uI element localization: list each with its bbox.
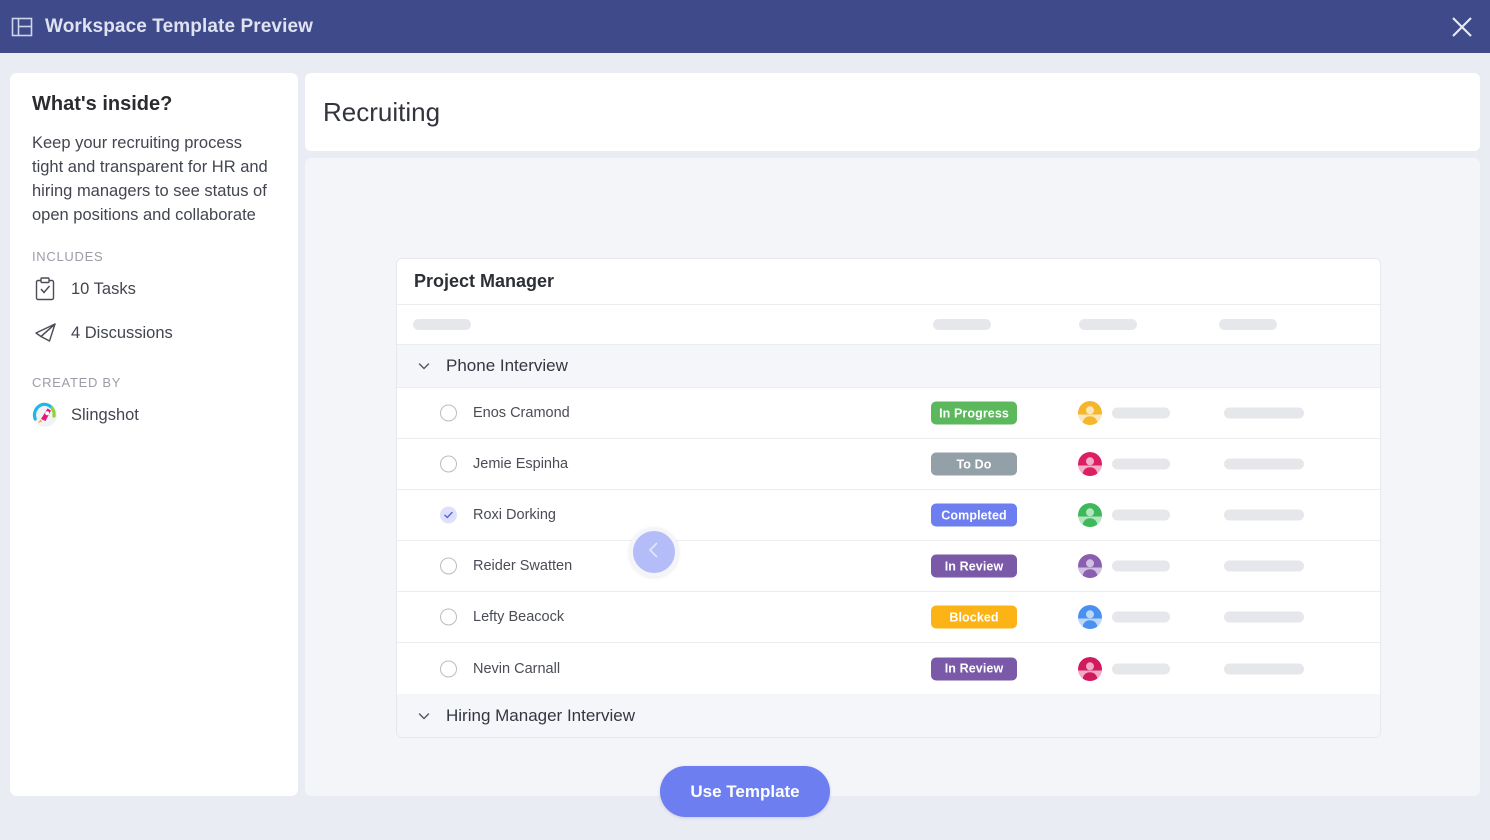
window-title: Workspace Template Preview: [45, 16, 313, 38]
avatar: [1078, 401, 1102, 425]
check-icon: [443, 510, 454, 521]
row-skeleton: [1112, 408, 1170, 419]
task-name: Nevin Carnall: [473, 661, 560, 677]
status-badge[interactable]: Blocked: [931, 606, 1017, 629]
group-header-phone-interview[interactable]: Phone Interview: [397, 345, 1380, 388]
dialog-body: What's inside? Keep your recruiting proc…: [0, 53, 1490, 840]
close-icon[interactable]: [1434, 0, 1490, 53]
includes-item-discussions: 4 Discussions: [32, 319, 276, 347]
avatar: [1078, 554, 1102, 578]
group-header-hiring-manager-interview[interactable]: Hiring Manager Interview: [397, 694, 1380, 737]
status-badge[interactable]: To Do: [931, 453, 1017, 476]
row-skeleton: [1224, 612, 1304, 623]
avatar: [1078, 452, 1102, 476]
sidebar-description: Keep your recruiting process tight and t…: [32, 131, 276, 227]
preview-stage: Project Manager Phone Interview Enos Cra…: [305, 158, 1480, 796]
row-skeleton: [1112, 510, 1170, 521]
column-header-skeleton: [1219, 319, 1277, 330]
created-by-item: Slingshot: [32, 401, 276, 429]
includes-item-tasks: 10 Tasks: [32, 275, 276, 303]
table-row[interactable]: Enos Cramond In Progress: [397, 388, 1380, 439]
dialog-footer: Use Template: [0, 743, 1490, 840]
task-name: Jemie Espinha: [473, 456, 568, 472]
table-row[interactable]: Nevin Carnall In Review: [397, 643, 1380, 694]
table-row[interactable]: Jemie Espinha To Do: [397, 439, 1380, 490]
use-template-button[interactable]: Use Template: [660, 766, 830, 817]
table-row[interactable]: Roxi Dorking Completed: [397, 490, 1380, 541]
table-title: Project Manager: [397, 259, 1380, 305]
row-skeleton: [1112, 561, 1170, 572]
task-checkbox[interactable]: [440, 405, 457, 422]
row-skeleton: [1224, 510, 1304, 521]
sidebar-heading: What's inside?: [32, 93, 276, 116]
table-row[interactable]: Reider Swatten In Review: [397, 541, 1380, 592]
task-checkbox[interactable]: [440, 609, 457, 626]
task-checkbox[interactable]: [440, 456, 457, 473]
table-column-header: [397, 305, 1380, 345]
status-badge[interactable]: In Progress: [931, 402, 1017, 425]
table-row[interactable]: Lefty Beacock Blocked: [397, 592, 1380, 643]
whats-inside-panel: What's inside? Keep your recruiting proc…: [10, 73, 298, 796]
task-rows-container: Enos Cramond In Progress Jemie Espinha To D…: [397, 388, 1380, 694]
column-header-skeleton: [933, 319, 991, 330]
includes-item-label: 4 Discussions: [71, 324, 173, 343]
includes-label: INCLUDES: [32, 249, 276, 264]
column-header-skeleton: [1079, 319, 1137, 330]
row-skeleton: [1112, 663, 1170, 674]
status-badge[interactable]: In Review: [931, 555, 1017, 578]
row-skeleton: [1112, 612, 1170, 623]
status-badge[interactable]: In Review: [931, 657, 1017, 680]
row-skeleton: [1224, 561, 1304, 572]
task-name: Enos Cramond: [473, 405, 570, 421]
window-titlebar: Workspace Template Preview: [0, 0, 1490, 53]
group-label: Hiring Manager Interview: [446, 706, 635, 726]
status-badge[interactable]: Completed: [931, 504, 1017, 527]
task-name: Roxi Dorking: [473, 507, 556, 523]
task-table-card: Project Manager Phone Interview Enos Cra…: [396, 258, 1381, 738]
clipboard-check-icon: [32, 276, 58, 302]
slingshot-rocket-icon: [32, 402, 58, 428]
task-name: Lefty Beacock: [473, 609, 564, 625]
row-skeleton: [1112, 459, 1170, 470]
created-by-name: Slingshot: [71, 406, 139, 425]
row-skeleton: [1224, 663, 1304, 674]
avatar: [1078, 657, 1102, 681]
task-checkbox[interactable]: [440, 558, 457, 575]
group-label: Phone Interview: [446, 356, 568, 376]
preview-header: Recruiting: [305, 73, 1480, 151]
chevron-down-icon: [417, 359, 431, 373]
avatar: [1078, 503, 1102, 527]
row-skeleton: [1224, 459, 1304, 470]
task-checkbox-checked[interactable]: [440, 507, 457, 524]
task-name: Reider Swatten: [473, 558, 572, 574]
column-header-skeleton: [413, 319, 471, 330]
row-skeleton: [1224, 408, 1304, 419]
avatar: [1078, 605, 1102, 629]
includes-item-label: 10 Tasks: [71, 280, 136, 299]
chevron-down-icon: [417, 709, 431, 723]
spacer: [32, 363, 276, 375]
megaphone-icon: [32, 320, 58, 346]
task-checkbox[interactable]: [440, 660, 457, 677]
created-by-label: CREATED BY: [32, 375, 276, 390]
chevron-left-icon: [643, 539, 665, 566]
carousel-prev-button[interactable]: [629, 527, 679, 577]
layout-panel-icon: [11, 16, 33, 38]
page-title: Recruiting: [323, 97, 440, 128]
